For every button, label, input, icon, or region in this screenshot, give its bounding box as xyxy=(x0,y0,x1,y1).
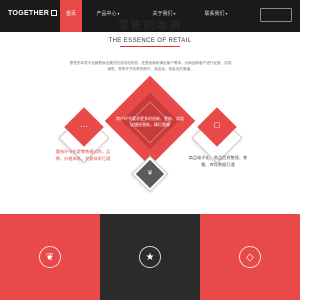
right-card-text: 商品电子化，商品信息整理、售罄、库存数据打通 xyxy=(188,155,248,167)
diamond-icon: ◇ xyxy=(239,246,261,268)
intro-paragraph: 零售的本质不会随着商业模式的改变而改变，还是依赖和满足客户需求，对商品和客户进行… xyxy=(69,61,232,71)
center-text: 商户环节要求更多的创新，更新、实现店铺经营新，精打细算 xyxy=(116,116,184,127)
leaf-icon: ❦ xyxy=(39,246,61,268)
chat-icon: … xyxy=(80,121,88,129)
logo[interactable]: TOGETHER xyxy=(8,10,58,17)
bag-icon: ▢ xyxy=(213,121,221,129)
title-underline xyxy=(120,46,180,47)
yen-icon: ¥ xyxy=(147,169,153,177)
logo-mark-icon xyxy=(51,10,58,16)
star-icon: ★ xyxy=(139,246,161,268)
page-title: 零售的本质 xyxy=(117,19,183,32)
page-subtitle: THE ESSENCE OF RETAIL xyxy=(108,38,192,44)
logo-text: TOGETHER xyxy=(8,10,50,17)
left-card-text: 重构环节也是零售模式的，品牌、价格体系、交易体系打通 xyxy=(55,149,111,161)
